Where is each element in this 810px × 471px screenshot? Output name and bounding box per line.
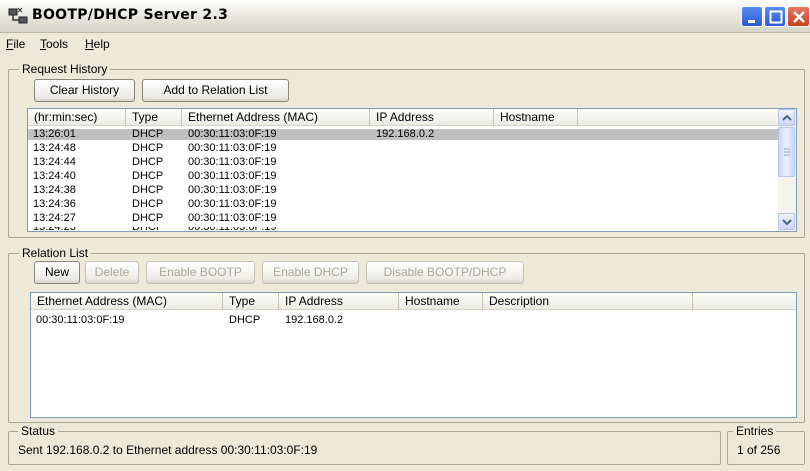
window-title: BOOTP/DHCP Server 2.3	[32, 7, 229, 23]
time-cell: 13:24:44	[33, 156, 76, 168]
add-to-relation-list-button[interactable]: Add to Relation List	[142, 79, 289, 102]
title-bar[interactable]: BOOTP/DHCP Server 2.3	[0, 0, 810, 33]
table-row[interactable]: 13:26:01 DHCP 00:30:11:03:0F:19 192.168.0.2	[28, 129, 778, 140]
type-cell: DHCP	[132, 170, 164, 182]
column-header-mac[interactable]: Ethernet Address (MAC)	[182, 109, 370, 126]
mac-cell: 00:30:11:03:0F:19	[188, 184, 277, 196]
menu-tools[interactable]: Tools	[40, 37, 68, 51]
request-history-scrollbar[interactable]	[778, 109, 796, 231]
table-row[interactable]: 13:24:36 DHCP 00:30:11:03:0F:19	[28, 199, 778, 210]
maximize-button[interactable]	[764, 6, 786, 27]
table-row[interactable]: 13:24:44 DHCP 00:30:11:03:0F:19	[28, 157, 778, 168]
status-label: Status	[18, 424, 59, 438]
column-header-hostname[interactable]: Hostname	[494, 109, 578, 126]
type-cell: DHCP	[132, 128, 164, 140]
table-row[interactable]: 13:24:48 DHCP 00:30:11:03:0F:19	[28, 143, 778, 154]
ip-cell: 192.168.0.2	[285, 314, 344, 326]
mac-cell: 00:30:11:03:0F:19	[188, 170, 277, 182]
time-cell: 13:24:38	[33, 184, 76, 196]
relation-list-label: Relation List	[19, 246, 92, 260]
time-cell: 13:26:01	[33, 128, 76, 140]
scroll-up-button[interactable]	[778, 109, 795, 126]
app-network-icon	[8, 7, 28, 25]
disable-bootp-dhcp-button[interactable]: Disable BOOTP/DHCP	[366, 261, 524, 284]
request-history-header: (hr:min:sec) Type Ethernet Address (MAC)…	[28, 109, 778, 126]
mac-cell: 00:30:11:03:0F:19	[188, 142, 277, 154]
time-cell: 13:24:40	[33, 170, 76, 182]
status-text: Sent 192.168.0.2 to Ethernet address 00:…	[18, 443, 318, 457]
table-row[interactable]: 13:24:27 DHCP 00:30:11:03:0F:19	[28, 213, 778, 224]
column-header-hostname[interactable]: Hostname	[399, 293, 483, 310]
scroll-down-button[interactable]	[778, 213, 795, 230]
table-row[interactable]: 13:24:38 DHCP 00:30:11:03:0F:19	[28, 185, 778, 196]
relation-list[interactable]: Ethernet Address (MAC) Type IP Address H…	[30, 292, 797, 418]
column-header-ip[interactable]: IP Address	[279, 293, 399, 310]
mac-cell: 00:30:11:03:0F:19	[188, 128, 277, 140]
type-cell: DHCP	[132, 142, 164, 154]
request-history-list[interactable]: (hr:min:sec) Type Ethernet Address (MAC)…	[27, 108, 797, 232]
scroll-thumb[interactable]	[778, 127, 795, 177]
type-cell: DHCP	[132, 212, 164, 224]
column-header-mac[interactable]: Ethernet Address (MAC)	[31, 293, 223, 310]
request-history-label: Request History	[19, 62, 111, 76]
entries-label: Entries	[733, 424, 777, 438]
type-cell: DHCP	[229, 314, 261, 326]
mac-cell: 00:30:11:03:0F:19	[188, 212, 277, 224]
mac-cell: 00:30:11:03:0F:19	[188, 198, 277, 210]
clear-history-button[interactable]: Clear History	[34, 79, 135, 102]
delete-button[interactable]: Delete	[85, 261, 139, 284]
entries-count: 1 of 256	[737, 443, 781, 457]
menu-help[interactable]: Help	[85, 37, 110, 51]
menu-file[interactable]: File	[6, 37, 25, 51]
time-cell: 13:24:36	[33, 198, 76, 210]
ip-cell: 192.168.0.2	[376, 128, 435, 140]
type-cell: DHCP	[132, 156, 164, 168]
new-button[interactable]: New	[34, 261, 80, 284]
time-cell: 13:24:27	[33, 212, 76, 224]
time-cell-partial: 13:24:23	[33, 227, 76, 231]
mac-cell: 00:30:11:03:0F:19	[188, 156, 277, 168]
column-header-time[interactable]: (hr:min:sec)	[28, 109, 126, 126]
column-header-empty	[693, 293, 796, 310]
relation-list-header: Ethernet Address (MAC) Type IP Address H…	[31, 293, 796, 310]
type-cell: DHCP	[132, 198, 164, 210]
mac-cell-partial: 00:30:11:03:0F:19	[188, 227, 276, 231]
time-cell: 13:24:48	[33, 142, 76, 154]
type-cell: DHCP	[132, 184, 164, 196]
column-header-description[interactable]: Description	[483, 293, 693, 310]
column-header-empty	[578, 109, 778, 126]
enable-bootp-button[interactable]: Enable BOOTP	[146, 261, 255, 284]
menu-bar: File Tools Help	[0, 34, 810, 54]
close-button[interactable]	[787, 6, 810, 27]
column-header-type[interactable]: Type	[126, 109, 182, 126]
table-row-partial[interactable]: 13:24:23 DHCP 00:30:11:03:0F:19	[28, 227, 778, 231]
table-row[interactable]: 00:30:11:03:0F:19 DHCP 192.168.0.2	[31, 314, 796, 326]
column-header-ip[interactable]: IP Address	[370, 109, 494, 126]
mac-cell: 00:30:11:03:0F:19	[36, 314, 125, 326]
minimize-button[interactable]	[741, 6, 763, 27]
table-row[interactable]: 13:24:40 DHCP 00:30:11:03:0F:19	[28, 171, 778, 182]
column-header-type[interactable]: Type	[223, 293, 279, 310]
enable-dhcp-button[interactable]: Enable DHCP	[262, 261, 359, 284]
type-cell-partial: DHCP	[132, 227, 163, 231]
